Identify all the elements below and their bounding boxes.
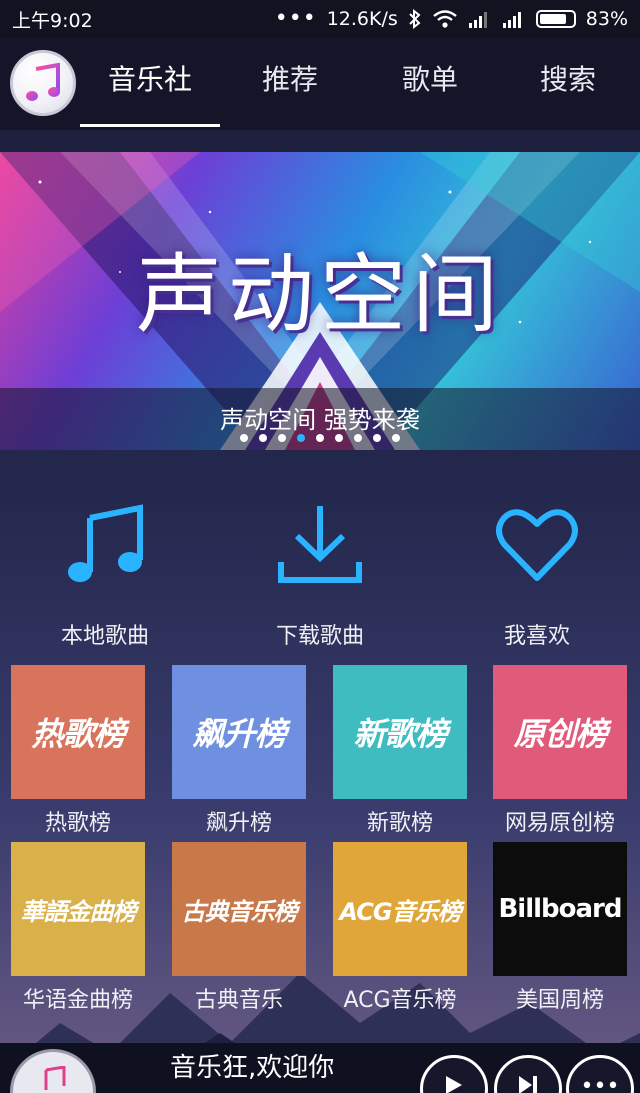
network-speed: 12.6K/s <box>326 8 398 30</box>
chart-tile[interactable]: 热歌榜 热歌榜 <box>11 665 145 837</box>
chart-tile[interactable]: Billboard 美国周榜 <box>493 842 627 1014</box>
battery-percent: 83% <box>585 8 628 30</box>
top-navigation: 音乐社 推荐 歌单 搜索 <box>0 38 640 130</box>
tab-playlists[interactable]: 歌单 <box>360 58 500 102</box>
music-note-icon <box>26 63 60 101</box>
pager-dot[interactable] <box>316 434 324 442</box>
bluetooth-icon <box>409 9 421 29</box>
pager-dot[interactable] <box>240 434 248 442</box>
mini-player[interactable]: 音乐狂,欢迎你 ••• <box>0 1043 640 1093</box>
pager-dot[interactable] <box>278 434 286 442</box>
play-icon <box>446 1076 462 1093</box>
quick-label: 下载歌曲 <box>275 624 364 649</box>
chart-name: 网易原创榜 <box>504 811 615 836</box>
app-logo[interactable] <box>10 50 76 116</box>
banner-title: 声动空间 <box>136 245 504 345</box>
wifi-icon <box>433 10 457 28</box>
quick-downloads[interactable]: 下载歌曲 <box>220 500 420 650</box>
chart-name: 华语金曲榜 <box>22 988 133 1013</box>
chart-tile[interactable]: 原创榜 网易原创榜 <box>493 665 627 837</box>
player-song-text: 音乐狂,欢迎你 <box>170 1053 335 1083</box>
next-icon <box>519 1076 537 1093</box>
pager-dot[interactable] <box>373 434 381 442</box>
chart-name: 热歌榜 <box>44 811 111 836</box>
chart-tile[interactable]: ACG音乐榜 ACG音乐榜 <box>333 842 467 1014</box>
tab-music-club[interactable]: 音乐社 <box>80 58 220 102</box>
chart-tile[interactable]: 古典音乐榜 古典音乐 <box>172 842 306 1014</box>
pager-dot[interactable] <box>259 434 267 442</box>
banner-caption: 声动空间 强势来袭 <box>220 406 420 434</box>
tab-recommend[interactable]: 推荐 <box>220 58 360 102</box>
chart-name: 新歌榜 <box>366 811 433 836</box>
music-note-icon <box>68 504 143 582</box>
chart-tile[interactable]: 飙升榜 飙升榜 <box>172 665 306 837</box>
playlist-button[interactable]: ••• <box>566 1055 634 1093</box>
more-dots-icon: ••• <box>274 6 317 31</box>
quick-label: 本地歌曲 <box>60 624 149 649</box>
pager-dot[interactable] <box>335 434 343 442</box>
chart-name: 古典音乐 <box>194 988 283 1013</box>
quick-label: 我喜欢 <box>503 624 570 649</box>
status-time: 上午9:02 <box>12 9 93 32</box>
player-album-art[interactable] <box>10 1049 96 1093</box>
more-icon: ••• <box>580 1074 620 1093</box>
quick-favorites[interactable]: 我喜欢 <box>437 500 637 650</box>
play-button[interactable] <box>420 1055 488 1093</box>
tab-active-indicator <box>80 124 220 127</box>
chart-cover: 古典音乐榜 <box>172 842 306 976</box>
pager-dot[interactable] <box>392 434 400 442</box>
chart-name: 美国周榜 <box>515 988 604 1013</box>
banner-pager <box>0 434 640 442</box>
promo-banner[interactable]: 声动空间 声动空间 强势来袭 <box>0 152 640 450</box>
chart-cover: 飙升榜 <box>172 665 306 799</box>
heart-icon <box>496 509 578 581</box>
status-bar: 上午9:02 ••• 12.6K/s 83% <box>0 0 640 38</box>
chart-tile[interactable]: 華語金曲榜华语金曲榜 <box>11 842 145 1014</box>
download-icon <box>278 506 362 583</box>
next-button[interactable] <box>494 1055 562 1093</box>
music-note-icon <box>44 1066 66 1090</box>
signal-icon <box>468 12 487 28</box>
chart-name: ACG音乐榜 <box>343 988 457 1013</box>
chart-tile[interactable]: 新歌榜 新歌榜 <box>333 665 467 837</box>
chart-cover: ACG音乐榜 <box>333 842 467 976</box>
chart-cover: 原创榜 <box>493 665 627 799</box>
chart-cover: 華語金曲榜 <box>11 842 145 976</box>
pager-dot[interactable] <box>297 434 305 442</box>
quick-local-songs[interactable]: 本地歌曲 <box>5 500 205 650</box>
tab-search[interactable]: 搜索 <box>498 58 638 102</box>
pager-dot[interactable] <box>354 434 362 442</box>
chart-cover: 热歌榜 <box>11 665 145 799</box>
chart-cover: Billboard <box>493 842 627 976</box>
chart-name: 飙升榜 <box>205 811 272 836</box>
chart-cover: 新歌榜 <box>333 665 467 799</box>
signal-icon-2 <box>502 12 521 28</box>
battery-icon <box>535 10 576 28</box>
